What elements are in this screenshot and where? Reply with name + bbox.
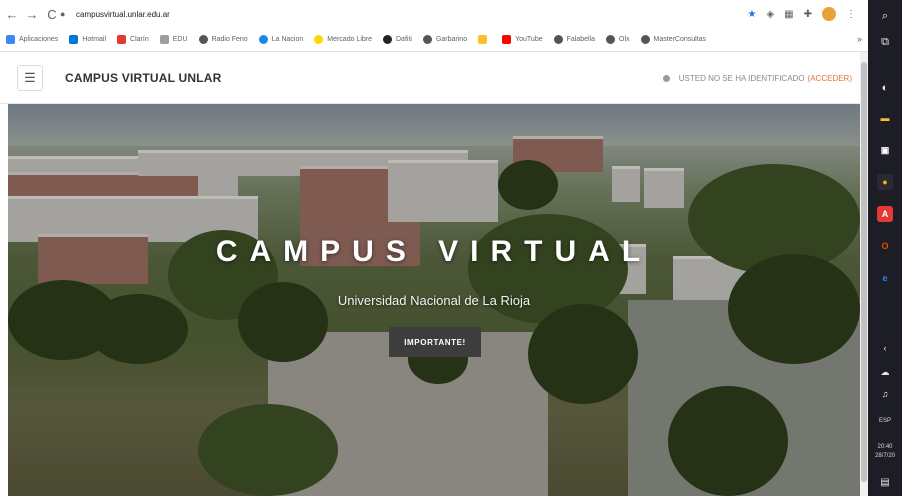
mercadolibre-icon — [314, 35, 324, 44]
bookmark-label: Falabella — [566, 36, 596, 43]
clock-date[interactable]: 28/7/20 — [870, 453, 900, 459]
bookmark-label: La Nacion — [271, 36, 304, 43]
network-icon[interactable]: ☁ — [877, 364, 893, 380]
bookmark-label: EDU — [172, 36, 188, 43]
omnibox-actions: ★ ◈ ▦ ✚ ⋮ — [747, 7, 856, 21]
show-hidden-icons[interactable]: ‹ — [877, 340, 893, 356]
bookmarks-bar: Aplicaciones Hotmail Clarín EDU Radio Fe… — [0, 28, 868, 52]
notification-icon[interactable] — [662, 75, 670, 82]
ie-icon[interactable]: e — [877, 270, 893, 286]
bookmark-star-icon[interactable]: ★ — [747, 9, 756, 20]
lanacion-icon — [258, 35, 268, 44]
apps-grid-icon — [6, 35, 15, 44]
bookmark-la-nacion[interactable]: La Nacion — [258, 35, 304, 44]
bookmark-dafiti[interactable]: Dafiti — [383, 35, 412, 44]
profile-avatar[interactable] — [822, 7, 836, 21]
bookmark-hotmail[interactable]: Hotmail — [69, 35, 106, 44]
bookmark-garbarino[interactable]: Garbarino — [422, 35, 468, 44]
bookmark-label: Garbarino — [435, 36, 468, 43]
extension-icon[interactable]: ◈ — [766, 9, 774, 20]
bookmark-aplicaciones[interactable]: Aplicaciones — [6, 35, 58, 44]
folder-icon — [478, 35, 488, 44]
bookmark-label: Radio Feno — [211, 36, 248, 43]
url-text[interactable]: campusvirtual.unlar.edu.ar — [76, 10, 170, 19]
edge-icon[interactable]: ◐ — [877, 80, 893, 96]
bookmark-folder[interactable] — [478, 35, 491, 44]
bookmark-label: Mercado Libre — [327, 36, 372, 43]
clarin-icon — [117, 35, 127, 44]
bookmark-mercado-libre[interactable]: Mercado Libre — [314, 35, 372, 44]
bookmark-radio-feno[interactable]: Radio Feno — [198, 35, 248, 44]
chrome-icon[interactable]: ● — [877, 174, 893, 190]
youtube-icon — [502, 35, 512, 44]
clock-time[interactable]: 20:40 — [870, 444, 900, 450]
bookmark-label: YouTube — [515, 36, 543, 43]
windows-icon — [69, 35, 79, 44]
bookmark-edu[interactable]: EDU — [159, 35, 188, 44]
bookmark-label: Hotmail — [82, 36, 107, 43]
menu-toggle-button[interactable]: ☰ — [17, 64, 43, 91]
language-indicator[interactable]: ESP — [870, 418, 900, 424]
bookmark-label: Olx — [619, 36, 630, 43]
hero-title: CAMPUS VIRTUAL — [215, 235, 653, 268]
globe-icon — [198, 35, 208, 44]
forward-icon[interactable]: → — [24, 6, 40, 22]
hero-banner: CAMPUS VIRTUAL Universidad Nacional de L… — [8, 104, 860, 496]
address-bar[interactable]: ● campusvirtual.unlar.edu.ar ★ ◈ ▦ ✚ ⋮ — [60, 5, 860, 23]
bookmark-falabella[interactable]: Falabella — [553, 35, 596, 44]
extensions-puzzle-icon[interactable]: ✚ — [804, 9, 812, 20]
bookmarks-overflow-icon[interactable]: » — [857, 34, 862, 44]
bookmark-label: Clarín — [130, 36, 149, 43]
globe-icon — [553, 35, 563, 44]
browser-toolbar: ← → C ● campusvirtual.unlar.edu.ar ★ ◈ ▦… — [0, 0, 868, 28]
globe-icon — [606, 35, 616, 44]
task-view-icon[interactable]: ⧉ — [877, 34, 893, 50]
file-explorer-icon[interactable]: ▬ — [877, 110, 893, 126]
extension-icon[interactable]: ▦ — [784, 9, 793, 20]
bookmark-olx[interactable]: Olx — [606, 35, 630, 44]
hamburger-icon: ☰ — [24, 69, 36, 85]
store-icon[interactable]: ▣ — [877, 142, 893, 158]
notifications-icon[interactable]: ▤ — [877, 474, 893, 490]
dafiti-icon — [383, 35, 392, 44]
lock-icon: ● — [60, 9, 66, 19]
bookmark-clarin[interactable]: Clarín — [117, 35, 149, 44]
hero-subtitle: Universidad Nacional de La Rioja — [337, 293, 531, 308]
acrobat-icon[interactable]: A — [877, 206, 893, 222]
bookmark-label: Dafiti — [396, 36, 412, 43]
bookmark-youtube[interactable]: YouTube — [502, 35, 543, 44]
back-icon[interactable]: ← — [4, 6, 20, 22]
bookmark-label: MasterConsultas — [653, 36, 707, 43]
site-name[interactable]: CAMPUS VIRTUAL UNLAR — [65, 71, 221, 85]
bookmark-label: Aplicaciones — [19, 36, 59, 43]
more-menu-icon[interactable]: ⋮ — [846, 9, 856, 20]
page-scrollbar[interactable] — [860, 52, 868, 496]
site-navbar: ☰ CAMPUS VIRTUAL UNLAR USTED NO SE HA ID… — [0, 52, 868, 104]
login-status: USTED NO SE HA IDENTIFICADO (ACCEDER) — [662, 74, 852, 83]
office-icon[interactable]: O — [877, 238, 893, 254]
bookmark-masterconsultas[interactable]: MasterConsultas — [640, 35, 707, 44]
windows-taskbar: ⌕ ⧉ ◐ ▬ ▣ ● A O e ‹ ☁ ♫ ESP 20:40 28/7/2… — [868, 0, 902, 496]
edu-icon — [159, 35, 169, 44]
login-status-text: USTED NO SE HA IDENTIFICADO — [678, 74, 805, 83]
scrollbar-thumb[interactable] — [861, 62, 867, 482]
volume-icon[interactable]: ♫ — [877, 386, 893, 402]
search-icon[interactable]: ⌕ — [877, 8, 893, 24]
globe-icon — [422, 35, 432, 44]
globe-icon — [640, 35, 650, 44]
important-button[interactable]: IMPORTANTE! — [389, 327, 481, 357]
login-link[interactable]: (ACCEDER) — [808, 74, 852, 83]
reload-icon[interactable]: C — [44, 6, 60, 22]
